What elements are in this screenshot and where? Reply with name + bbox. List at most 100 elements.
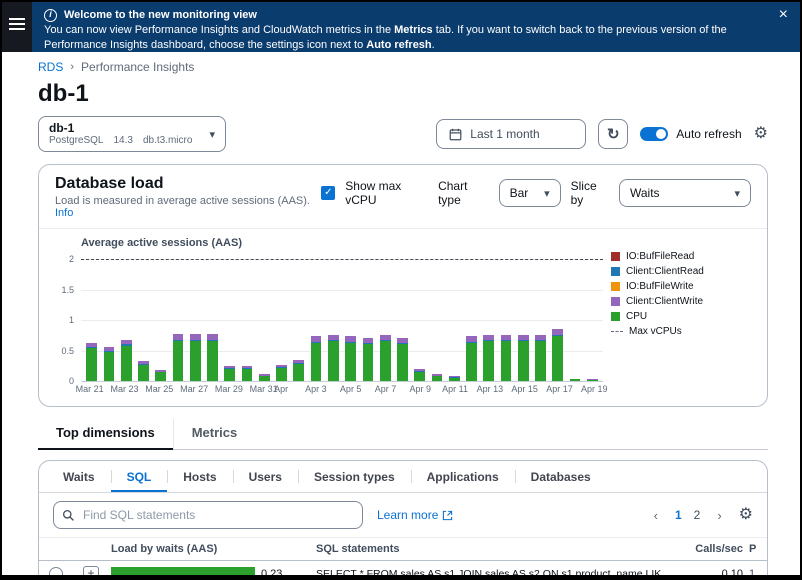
info-link[interactable]: Info <box>55 207 73 219</box>
clipped-value: 1 <box>743 568 757 580</box>
chart-bar-slot[interactable] <box>290 251 307 381</box>
chart-bar-slot[interactable] <box>446 251 463 381</box>
dimension-tabs: WaitsSQLHostsUsersSession typesApplicati… <box>39 461 767 493</box>
chevron-down-icon: ▾ <box>734 187 740 200</box>
x-tick-label: Mar 21 <box>76 384 104 394</box>
bar-segment <box>501 341 512 381</box>
x-tick-label: Apr <box>274 384 288 394</box>
color-swatch <box>611 282 620 291</box>
refresh-button[interactable]: ↻ <box>598 119 628 149</box>
table-row: +0.23SELECT * FROM sales AS s1 JOIN sale… <box>39 561 767 580</box>
bar-segment <box>363 344 374 381</box>
y-axis: 00.511.52 <box>55 251 81 381</box>
learn-more-link[interactable]: Learn more <box>377 508 453 522</box>
database-load-title: Database load <box>55 175 321 193</box>
chart-bar-slot[interactable] <box>187 251 204 381</box>
page-title: db-1 <box>38 80 768 108</box>
sql-statement[interactable]: SELECT * FROM sales AS s1 JOIN sales AS … <box>316 568 685 580</box>
x-axis: Mar 21Mar 23Mar 25Mar 27Mar 29Mar 31AprA… <box>81 384 603 398</box>
chart-bar-slot[interactable] <box>584 251 601 381</box>
chart-bar-slot[interactable] <box>428 251 445 381</box>
tab-top-dimensions[interactable]: Top dimensions <box>38 419 173 450</box>
bar-segment <box>449 378 460 381</box>
chart-bar-slot[interactable] <box>549 251 566 381</box>
pagination-next-icon[interactable]: › <box>712 506 726 525</box>
bar-segment <box>224 369 235 381</box>
chart-bar-slot[interactable] <box>118 251 135 381</box>
load-column-header: Load by waits (AAS) <box>111 543 316 555</box>
expand-row-button[interactable]: + <box>83 566 99 580</box>
chart-bar-slot[interactable] <box>100 251 117 381</box>
chart-bar-slot[interactable] <box>394 251 411 381</box>
show-max-vcpu-checkbox[interactable]: ✓ <box>321 186 335 200</box>
legend-item: Max vCPUs <box>611 326 751 337</box>
chart-bars <box>81 251 603 381</box>
chart-bar-slot[interactable] <box>480 251 497 381</box>
auto-refresh-toggle[interactable] <box>640 127 668 141</box>
chart-bar-slot[interactable] <box>135 251 152 381</box>
dimension-tab-applications[interactable]: Applications <box>411 461 515 492</box>
bar-segment <box>397 344 408 381</box>
chart-bar-slot[interactable] <box>463 251 480 381</box>
chart-bar <box>518 335 529 381</box>
dimension-tab-hosts[interactable]: Hosts <box>167 461 232 492</box>
table-preferences-gear-icon[interactable]: ⚙ <box>739 507 753 523</box>
tab-metrics[interactable]: Metrics <box>173 419 256 449</box>
chart-bar-slot[interactable] <box>273 251 290 381</box>
main-tabs: Top dimensionsMetrics <box>38 419 768 450</box>
settings-gear-icon[interactable]: ⚙ <box>754 126 768 142</box>
chart-bar <box>328 335 339 381</box>
legend-label: Client:ClientRead <box>626 266 704 277</box>
chart-bar-slot[interactable] <box>532 251 549 381</box>
chart-bar-slot[interactable] <box>204 251 221 381</box>
sidebar-toggle[interactable] <box>2 2 32 52</box>
color-swatch <box>611 312 620 321</box>
chart-bar-slot[interactable] <box>497 251 514 381</box>
row-expand-cell: + <box>83 566 111 580</box>
instance-selector[interactable]: db-1 PostgreSQL 14.3 db.t3.micro ▾ <box>38 116 226 152</box>
slice-by-select[interactable]: Waits ▾ <box>619 179 751 207</box>
close-icon[interactable]: × <box>779 7 788 23</box>
chart-bar-slot[interactable] <box>83 251 100 381</box>
gridline <box>81 381 603 382</box>
chart-bar-slot[interactable] <box>152 251 169 381</box>
info-banner: i Welcome to the new monitoring view You… <box>32 2 800 52</box>
chart-bar-slot[interactable] <box>325 251 342 381</box>
chart-bar-slot[interactable] <box>307 251 324 381</box>
dimension-tab-session-types[interactable]: Session types <box>298 461 411 492</box>
pagination-page-2[interactable]: 2 <box>688 506 707 524</box>
chart-bar-slot[interactable] <box>377 251 394 381</box>
chart-bar <box>570 379 581 381</box>
legend-label: IO:BufFileWrite <box>626 281 694 292</box>
chart-bar-slot[interactable] <box>359 251 376 381</box>
row-radio[interactable] <box>49 567 63 580</box>
chart-bar-slot[interactable] <box>169 251 186 381</box>
x-tick-label: Apr 11 <box>442 384 468 394</box>
bar-segment <box>311 343 322 381</box>
dimension-tab-users[interactable]: Users <box>233 461 298 492</box>
chart-bar-slot[interactable] <box>221 251 238 381</box>
breadcrumb-rds-link[interactable]: RDS <box>38 60 63 74</box>
dimension-tab-sql[interactable]: SQL <box>111 461 168 492</box>
pagination-prev-icon[interactable]: ‹ <box>649 506 663 525</box>
pagination-page-1[interactable]: 1 <box>669 506 688 524</box>
chart-bar-slot[interactable] <box>515 251 532 381</box>
chart-bar-slot[interactable] <box>342 251 359 381</box>
chart-bar <box>363 338 374 381</box>
time-range-picker[interactable]: Last 1 month <box>436 119 586 149</box>
legend-item: IO:BufFileRead <box>611 251 751 262</box>
dimension-tab-databases[interactable]: Databases <box>515 461 607 492</box>
chart-type-select[interactable]: Bar ▾ <box>499 179 561 207</box>
bar-segment <box>86 348 97 381</box>
chart-type-label: Chart type <box>438 179 489 207</box>
color-swatch <box>611 252 620 261</box>
chart-bar-slot[interactable] <box>566 251 583 381</box>
chart-bar-slot[interactable] <box>256 251 273 381</box>
search-input[interactable] <box>81 507 354 523</box>
info-icon: i <box>44 9 57 22</box>
chart-bar-slot[interactable] <box>411 251 428 381</box>
plot-area <box>81 251 603 381</box>
dimension-tab-waits[interactable]: Waits <box>47 461 111 492</box>
chart-bar-slot[interactable] <box>238 251 255 381</box>
chart-bar <box>380 335 391 381</box>
